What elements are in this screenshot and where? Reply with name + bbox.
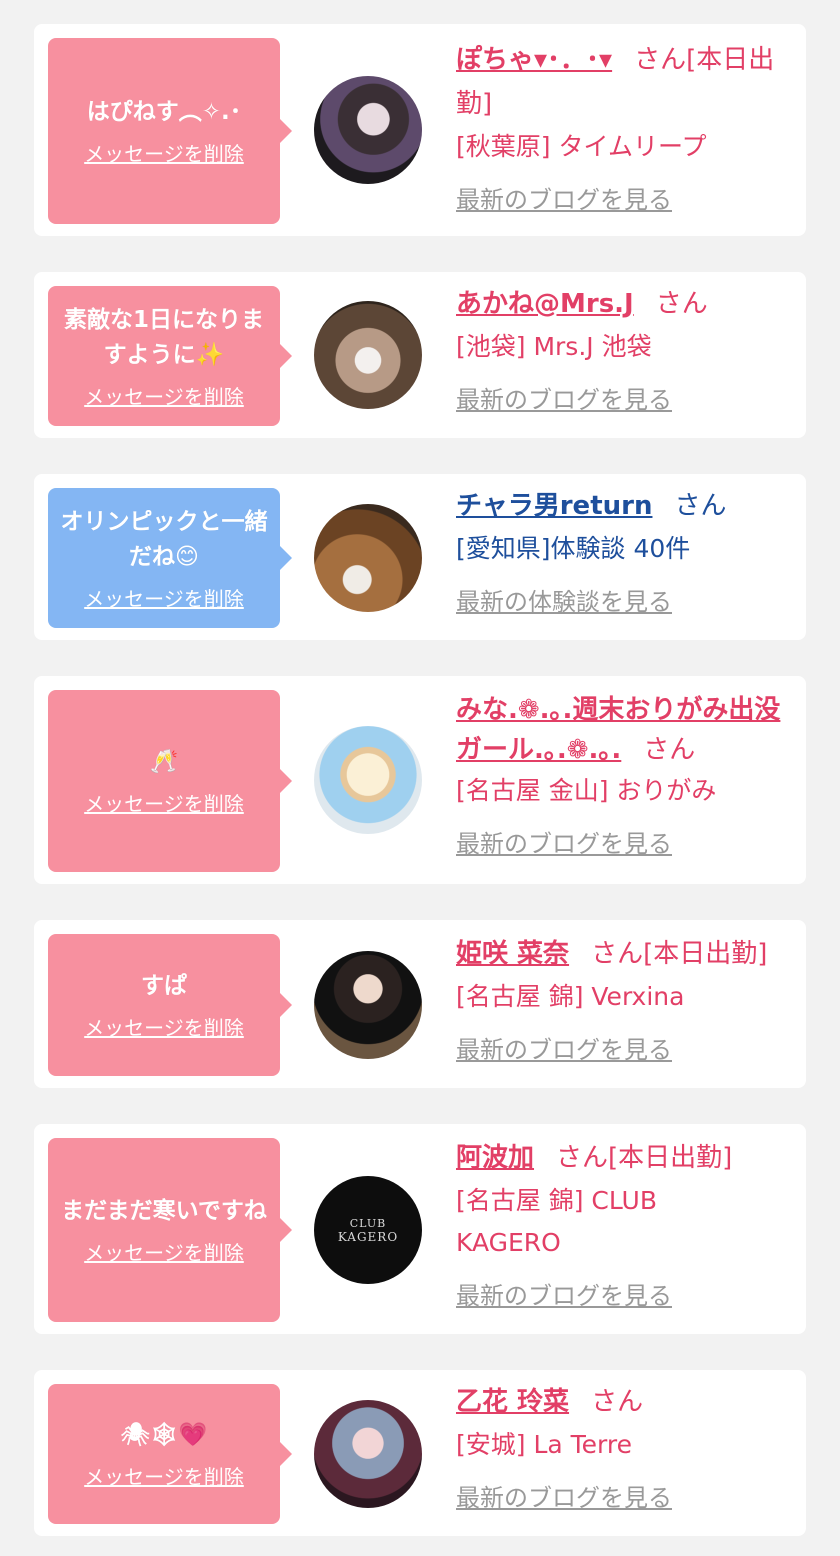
message-card: はぴねす︵✧.･ メッセージを削除 ぽちゃ▾･．･▾ さん[本日出勤] [秋葉原]… bbox=[34, 24, 806, 236]
shop-text: [名古屋 錦] Verxina bbox=[456, 982, 685, 1011]
delete-message-link[interactable]: メッセージを削除 bbox=[84, 138, 244, 167]
message-bubble: すぱ メッセージを削除 bbox=[48, 934, 292, 1076]
avatar[interactable] bbox=[314, 951, 422, 1059]
user-info: ぽちゃ▾･．･▾ さん[本日出勤] [秋葉原] タイムリープ 最新のブログを見る bbox=[456, 38, 792, 215]
avatar[interactable] bbox=[314, 726, 422, 834]
view-experience-link[interactable]: 最新の体験談を見る bbox=[456, 582, 672, 617]
message-card: まだまだ寒いですね メッセージを削除 CLUB KAGERO 阿波加 さん[本日出… bbox=[34, 1124, 806, 1334]
user-name-link[interactable]: みな.❁.｡.週末おりがみ出没ガール.｡.❁.｡. bbox=[456, 695, 780, 765]
message-card: すぱ メッセージを削除 姫咲 菜奈 さん[本日出勤] [名古屋 錦] Verxin… bbox=[34, 920, 806, 1088]
delete-message-link[interactable]: メッセージを削除 bbox=[84, 1461, 244, 1490]
suffix-text: さん[本日出勤] bbox=[556, 1143, 733, 1173]
user-info: 乙花 玲菜 さん [安城] La Terre 最新のブログを見る bbox=[456, 1380, 792, 1513]
user-info: 姫咲 菜奈 さん[本日出勤] [名古屋 錦] Verxina 最新のブログを見る bbox=[456, 932, 792, 1065]
delete-message-link[interactable]: メッセージを削除 bbox=[84, 583, 244, 612]
delete-message-link[interactable]: メッセージを削除 bbox=[84, 788, 244, 817]
user-name-link[interactable]: 姫咲 菜奈 bbox=[456, 939, 569, 969]
message-card: 🥂 メッセージを削除 みな.❁.｡.週末おりがみ出没ガール.｡.❁.｡. さん [… bbox=[34, 676, 806, 884]
user-name-link[interactable]: ぽちゃ▾･．･▾ bbox=[456, 45, 612, 75]
message-bubble: まだまだ寒いですね メッセージを削除 bbox=[48, 1138, 292, 1322]
message-text: オリンピックと一緒だね😊 bbox=[60, 508, 268, 570]
delete-message-link[interactable]: メッセージを削除 bbox=[84, 1237, 244, 1266]
suffix-text: さん bbox=[643, 735, 696, 765]
message-card: 素敵な1日になりますように✨ メッセージを削除 あかね@Mrs.J さん [池袋]… bbox=[34, 272, 806, 438]
user-info: あかね@Mrs.J さん [池袋] Mrs.J 池袋 最新のブログを見る bbox=[456, 282, 792, 415]
message-card: 🕷🕸💗 メッセージを削除 乙花 玲菜 さん [安城] La Terre 最新のブロ… bbox=[34, 1370, 806, 1536]
user-name-link[interactable]: あかね@Mrs.J bbox=[456, 289, 634, 319]
message-card: オリンピックと一緒だね😊 メッセージを削除 チャラ男return さん [愛知県]… bbox=[34, 474, 806, 640]
shop-text: [秋葉原] タイムリープ bbox=[456, 132, 707, 161]
message-text: はぴねす︵✧.･ bbox=[86, 99, 242, 125]
user-name-link[interactable]: チャラ男return bbox=[456, 491, 652, 521]
user-info: チャラ男return さん [愛知県]体験談 40件 最新の体験談を見る bbox=[456, 484, 792, 617]
message-bubble: 🕷🕸💗 メッセージを削除 bbox=[48, 1384, 292, 1524]
avatar-logo-text: KAGERO bbox=[337, 1229, 399, 1244]
shop-text: [池袋] Mrs.J 池袋 bbox=[456, 332, 652, 361]
user-name-link[interactable]: 阿波加 bbox=[456, 1143, 534, 1173]
avatar[interactable] bbox=[314, 76, 422, 184]
message-text: 🥂 bbox=[149, 749, 179, 775]
view-blog-link[interactable]: 最新のブログを見る bbox=[456, 824, 672, 859]
message-text: すぱ bbox=[141, 973, 187, 999]
suffix-text: さん bbox=[655, 289, 708, 319]
delete-message-link[interactable]: メッセージを削除 bbox=[84, 381, 244, 410]
view-blog-link[interactable]: 最新のブログを見る bbox=[456, 180, 672, 215]
user-info: みな.❁.｡.週末おりがみ出没ガール.｡.❁.｡. さん [名古屋 金山] おりが… bbox=[456, 690, 792, 859]
suffix-text: さん[本日出勤] bbox=[591, 939, 768, 969]
avatar[interactable] bbox=[314, 1400, 422, 1508]
suffix-text: さん bbox=[591, 1387, 644, 1417]
view-blog-link[interactable]: 最新のブログを見る bbox=[456, 1276, 672, 1311]
message-bubble: オリンピックと一緒だね😊 メッセージを削除 bbox=[48, 488, 292, 628]
user-info: 阿波加 さん[本日出勤] [名古屋 錦] CLUB KAGERO 最新のブログを見… bbox=[456, 1136, 792, 1311]
suffix-text: さん bbox=[674, 491, 727, 521]
delete-message-link[interactable]: メッセージを削除 bbox=[84, 1012, 244, 1041]
message-bubble: 🥂 メッセージを削除 bbox=[48, 690, 292, 872]
avatar[interactable] bbox=[314, 301, 422, 409]
view-blog-link[interactable]: 最新のブログを見る bbox=[456, 380, 672, 415]
shop-text: [名古屋 金山] おりがみ bbox=[456, 776, 717, 805]
avatar-logo-text: CLUB bbox=[349, 1216, 387, 1230]
view-blog-link[interactable]: 最新のブログを見る bbox=[456, 1030, 672, 1065]
message-text: まだまだ寒いですね bbox=[61, 1198, 267, 1224]
view-blog-link[interactable]: 最新のブログを見る bbox=[456, 1478, 672, 1513]
message-bubble: 素敵な1日になりますように✨ メッセージを削除 bbox=[48, 286, 292, 426]
user-name-link[interactable]: 乙花 玲菜 bbox=[456, 1387, 569, 1417]
avatar[interactable] bbox=[314, 504, 422, 612]
avatar[interactable]: CLUB KAGERO bbox=[314, 1176, 422, 1284]
shop-text: [安城] La Terre bbox=[456, 1430, 633, 1459]
message-text: 🕷🕸💗 bbox=[120, 1422, 208, 1448]
message-text: 素敵な1日になりますように✨ bbox=[63, 306, 264, 368]
message-bubble: はぴねす︵✧.･ メッセージを削除 bbox=[48, 38, 292, 224]
shop-text: [愛知県]体験談 40件 bbox=[456, 534, 691, 563]
shop-text: [名古屋 錦] CLUB KAGERO bbox=[456, 1186, 657, 1257]
